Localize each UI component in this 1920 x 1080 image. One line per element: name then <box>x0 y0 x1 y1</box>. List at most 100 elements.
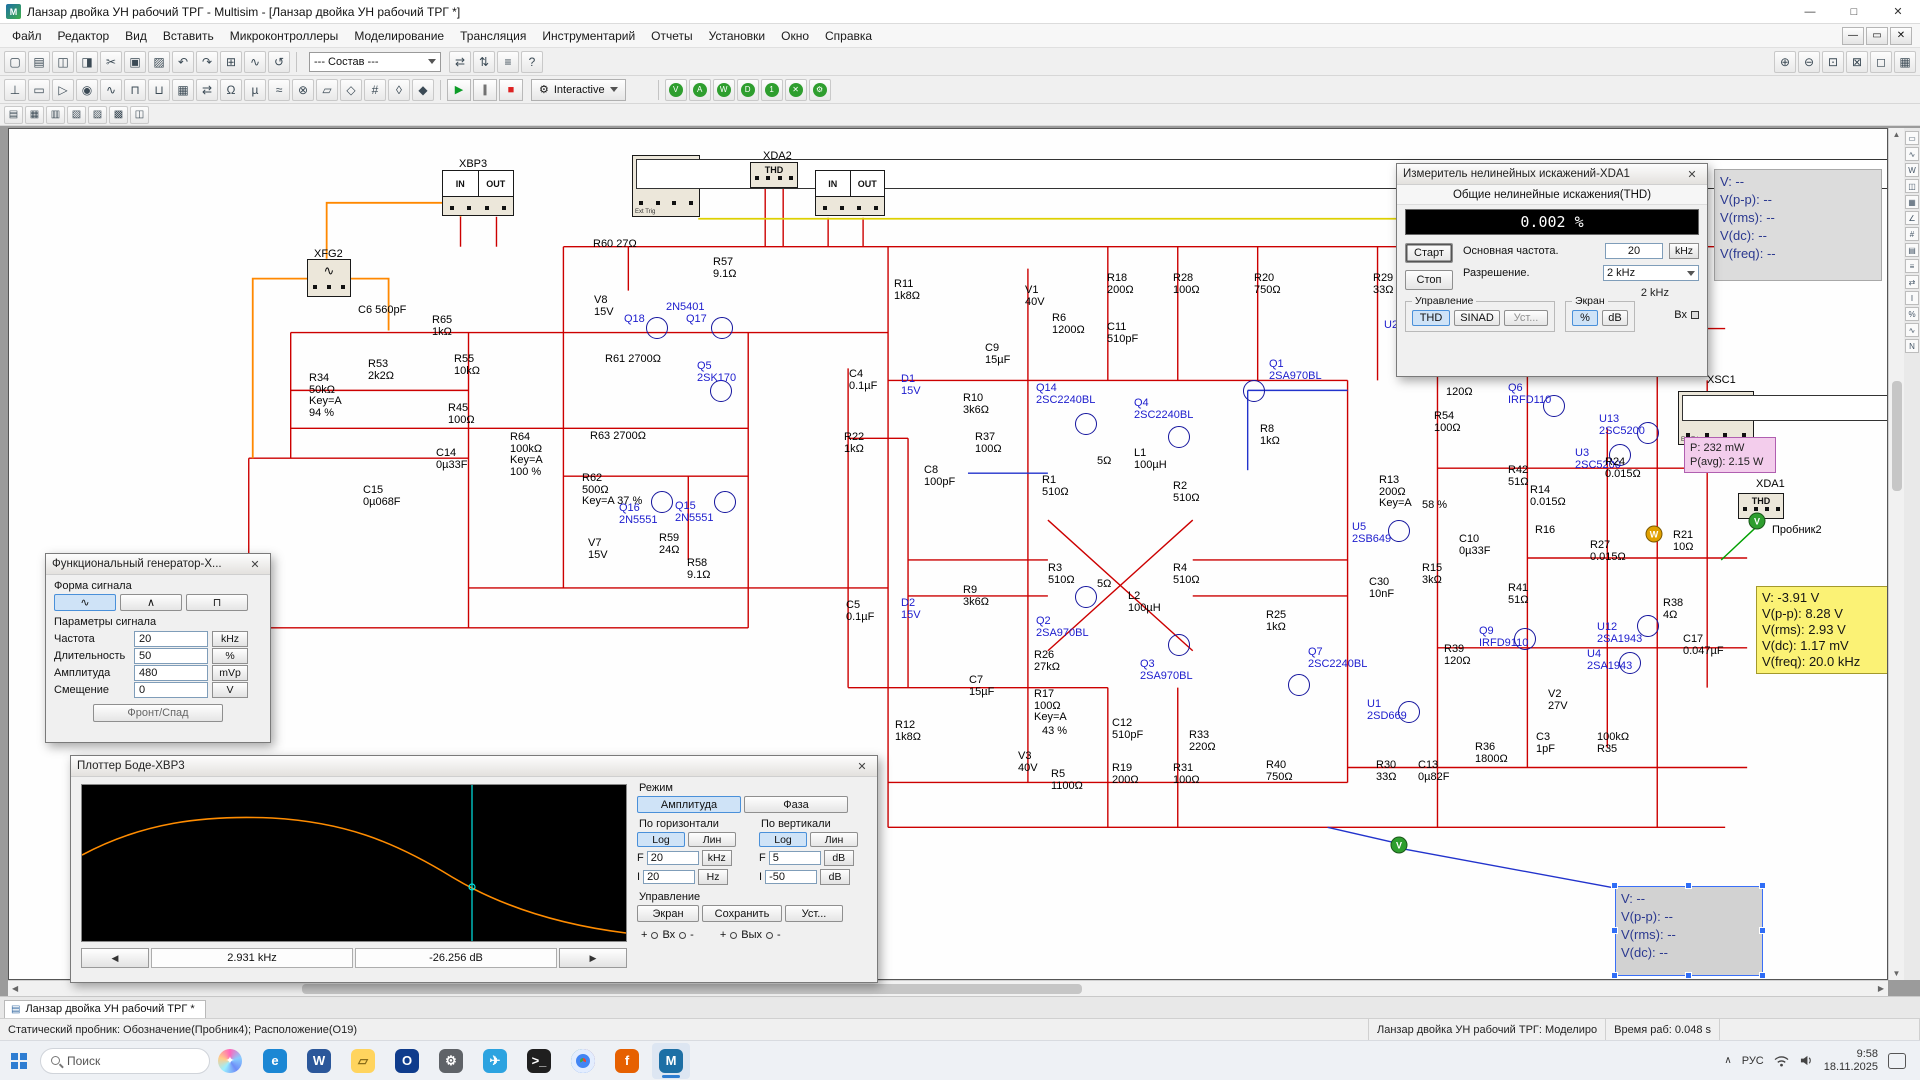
menu-item[interactable]: Установки <box>701 26 773 46</box>
redo-icon[interactable]: ↷ <box>196 51 218 73</box>
param-input[interactable]: 480 <box>134 665 208 681</box>
component-label[interactable]: Q12SA970BL <box>1269 359 1322 382</box>
component-label[interactable]: R2627kΩ <box>1034 650 1060 673</box>
component-label[interactable]: V340V <box>1018 751 1038 774</box>
component-label[interactable]: R384Ω <box>1663 598 1683 621</box>
tray-chevron-icon[interactable]: ∧ <box>1724 1055 1731 1066</box>
zoom-in-icon[interactable]: ⊕ <box>1774 51 1796 73</box>
phase-button[interactable]: Фаза <box>744 796 848 813</box>
transistor-symbol[interactable] <box>1168 634 1190 656</box>
component-label[interactable]: V815V <box>594 295 614 318</box>
component-label[interactable]: C915µF <box>985 343 1010 366</box>
close-icon[interactable]: ✕ <box>1683 168 1701 181</box>
description-box-icon[interactable]: ▧ <box>67 106 86 124</box>
breadboard-icon[interactable]: ◫ <box>130 106 149 124</box>
place-part-icon[interactable]: ⊞ <box>220 51 242 73</box>
component-label[interactable]: D215V <box>901 598 921 621</box>
transistor-symbol[interactable] <box>714 491 736 513</box>
component-label[interactable]: R16 <box>1535 525 1555 537</box>
settings-button[interactable]: Уст... <box>1504 310 1548 326</box>
out-minus-terminal[interactable] <box>766 932 773 939</box>
probe-marker[interactable]: V <box>1391 837 1408 854</box>
param-unit[interactable]: mVp <box>212 665 248 681</box>
param-input[interactable]: 50 <box>134 648 208 664</box>
component-label[interactable]: R4510Ω <box>1173 563 1200 586</box>
cut-icon[interactable]: ✂ <box>100 51 122 73</box>
component-label[interactable]: Q9IRFD9110 <box>1479 626 1528 649</box>
iv-analyzer-icon[interactable]: I <box>1905 291 1919 305</box>
explorer-icon[interactable]: ▱ <box>344 1043 382 1079</box>
component-label[interactable]: R40750Ω <box>1266 760 1293 783</box>
mdi-restore-button[interactable]: ▭ <box>1866 27 1888 45</box>
firefox-icon[interactable]: f <box>608 1043 646 1079</box>
menu-item[interactable]: Трансляция <box>452 26 534 46</box>
component-label[interactable]: R140.015Ω <box>1530 485 1566 508</box>
component-label[interactable]: R51100Ω <box>1051 769 1083 792</box>
component-label[interactable]: Q32SA970BL <box>1140 659 1193 682</box>
sine-wave-button[interactable]: ∿ <box>54 594 116 611</box>
component-label[interactable]: R4251Ω <box>1508 465 1528 488</box>
probe-settings-icon[interactable]: ⚙ <box>809 79 831 101</box>
voltage-probe-icon[interactable]: V <box>665 79 687 101</box>
component-label[interactable]: R532k2Ω <box>368 359 394 382</box>
language-indicator[interactable]: РУС <box>1742 1055 1764 1067</box>
component-label[interactable]: C170.047µF <box>1683 634 1724 657</box>
component-label[interactable]: L1100µH <box>1134 448 1167 471</box>
rotate-icon[interactable]: ↺ <box>268 51 290 73</box>
interactive-button[interactable]: ⚙ Interactive <box>531 79 626 101</box>
component-label[interactable]: Q152N5551 <box>675 501 714 524</box>
word-generator-icon[interactable]: ▤ <box>1905 243 1919 257</box>
in-minus-terminal[interactable] <box>679 932 686 939</box>
component-label[interactable]: C150µ068F <box>363 485 401 508</box>
help-icon[interactable]: ? <box>521 51 543 73</box>
place-power-icon[interactable]: µ <box>244 79 266 101</box>
horizontal-linear-button[interactable]: Лин <box>688 832 736 847</box>
component-label[interactable]: C140µ33F <box>436 448 467 471</box>
edge-icon[interactable]: e <box>256 1043 294 1079</box>
transistor-symbol[interactable] <box>1075 586 1097 608</box>
menu-item[interactable]: Вставить <box>155 26 222 46</box>
component-label[interactable]: Q22SA970BL <box>1036 616 1089 639</box>
h-initial-input[interactable]: 20 <box>643 870 695 884</box>
db-button[interactable]: dB <box>1602 310 1628 326</box>
stop-button[interactable]: Стоп <box>1405 270 1453 290</box>
menu-item[interactable]: Вид <box>117 26 155 46</box>
four-channel-scope-icon[interactable]: ▦ <box>1905 195 1919 209</box>
zoom-area-icon[interactable]: ⊡ <box>1822 51 1844 73</box>
start-button[interactable] <box>6 1048 32 1074</box>
component-label[interactable]: R31100Ω <box>1173 763 1200 786</box>
component-label[interactable]: R37100Ω <box>975 432 1002 455</box>
place-cmos-icon[interactable]: ⊔ <box>148 79 170 101</box>
triangle-wave-button[interactable]: ∧ <box>120 594 182 611</box>
v-initial-input[interactable]: -50 <box>765 870 817 884</box>
component-label[interactable]: R221kΩ <box>844 432 864 455</box>
probe-marker[interactable]: W <box>1646 526 1663 543</box>
place-transistor-icon[interactable]: ◉ <box>76 79 98 101</box>
component-label[interactable]: Q52SK170 <box>697 361 736 384</box>
voltage-probe-readout[interactable]: V: -3.91 VV(p-p): 8.28 VV(rms): 2.93 VV(… <box>1756 586 1888 674</box>
component-label[interactable]: R45100Ω <box>448 403 475 426</box>
place-ni-icon[interactable]: # <box>364 79 386 101</box>
print-icon[interactable]: ◨ <box>76 51 98 73</box>
oscilloscope-icon-canvas[interactable]: Ext Trig <box>632 155 700 217</box>
component-label[interactable]: R54100Ω <box>1434 411 1461 434</box>
frequency-counter-icon[interactable]: # <box>1905 227 1919 241</box>
scroll-right-icon[interactable]: ▶ <box>1874 982 1888 995</box>
param-unit[interactable]: V <box>212 682 248 698</box>
copilot-icon[interactable]: ✦ <box>218 1049 242 1073</box>
place-diode-icon[interactable]: ▷ <box>52 79 74 101</box>
menu-item[interactable]: Справка <box>817 26 880 46</box>
current-probe-icon[interactable]: A <box>689 79 711 101</box>
save-button[interactable]: Сохранить <box>702 905 782 922</box>
new-icon[interactable]: ▢ <box>4 51 26 73</box>
transistor-symbol[interactable] <box>646 317 668 339</box>
fundamental-frequency-input[interactable]: 20 <box>1605 243 1663 259</box>
component-label[interactable]: R2933Ω <box>1373 273 1393 296</box>
component-label[interactable]: R63 2700Ω <box>590 431 646 443</box>
menu-item[interactable]: Инструментарий <box>534 26 643 46</box>
component-label[interactable]: U122SA1943 <box>1597 622 1642 645</box>
transistor-symbol[interactable] <box>1243 380 1265 402</box>
bode-plotter-xbp1-icon[interactable]: IN OUT <box>815 170 885 216</box>
component-label[interactable]: C3010nF <box>1369 577 1394 600</box>
mail-icon[interactable]: ✈ <box>476 1043 514 1079</box>
